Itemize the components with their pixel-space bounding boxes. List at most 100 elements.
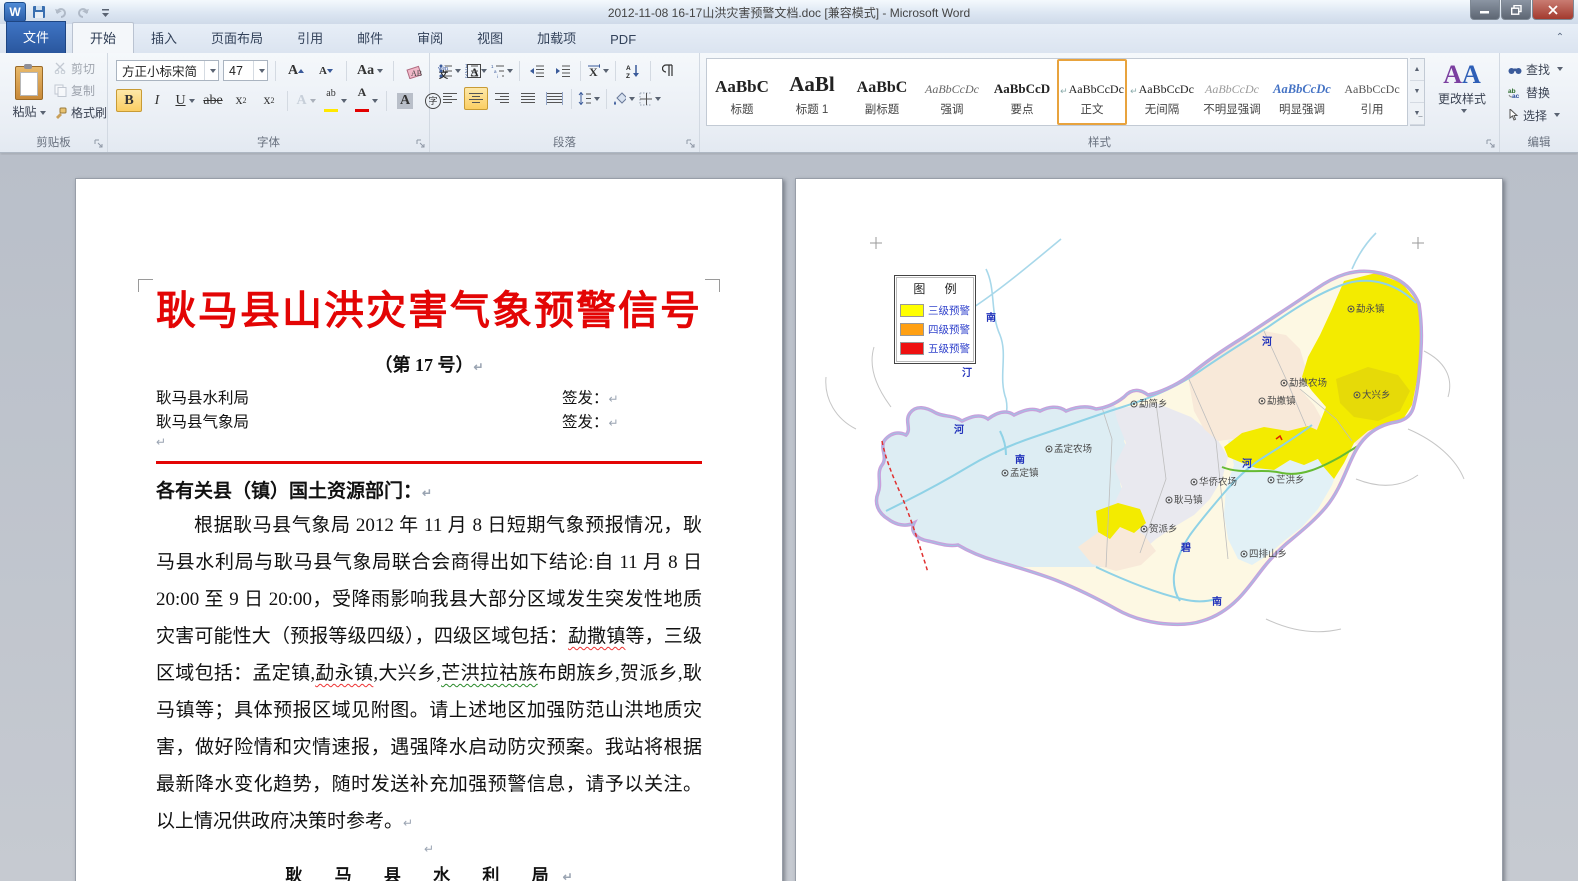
ribbon-tab-插入[interactable]: 插入: [134, 23, 194, 53]
style-scroll-down-icon[interactable]: ▼: [1410, 81, 1424, 103]
subscript-button[interactable]: x2: [228, 89, 254, 112]
copy-button[interactable]: 复制: [54, 81, 107, 99]
document-area[interactable]: 耿马县山洪灾害气象预警信号 （第 17 号）↵ 耿马县水利局签发：↵ 耿马县气象…: [0, 155, 1578, 881]
scissors-icon: [54, 62, 67, 74]
shading-button[interactable]: [612, 87, 636, 110]
minimize-button[interactable]: [1470, 0, 1500, 20]
asian-layout-button[interactable]: X: [586, 59, 610, 82]
line-spacing-button[interactable]: [577, 87, 601, 110]
multilevel-list-button[interactable]: 1ai: [490, 59, 514, 82]
ribbon-tab-PDF[interactable]: PDF: [593, 27, 653, 53]
format-painter-button[interactable]: 格式刷: [54, 103, 107, 121]
character-shading-button[interactable]: A: [392, 89, 418, 112]
copy-icon: [54, 84, 67, 97]
increase-indent-button[interactable]: [551, 59, 575, 82]
style-item-明显强调[interactable]: AaBbCcDc明显强调: [1267, 59, 1337, 125]
body-text: ,大兴乡,: [373, 663, 441, 684]
styles-dialog-launcher-icon[interactable]: [1486, 139, 1497, 150]
style-item-引用[interactable]: AaBbCcDc引用: [1337, 59, 1407, 125]
justify-button[interactable]: [516, 87, 540, 110]
phonetic-guide-button[interactable]: AB: [401, 59, 427, 82]
style-gallery-expand-icon[interactable]: ▼̲: [1410, 103, 1424, 125]
styles-group: AaBbC标题AaBl标题 1AaBbC副标题AaBbCcDc强调AaBbCcD…: [700, 53, 1500, 152]
bold-button[interactable]: B: [116, 89, 142, 112]
show-paragraph-marks-button[interactable]: [656, 59, 680, 82]
find-button[interactable]: 查找: [1508, 60, 1563, 78]
grow-font-button[interactable]: A: [283, 59, 309, 82]
font-name-combobox[interactable]: 方正小标宋简: [116, 60, 219, 81]
paragraph-dialog-launcher-icon[interactable]: [686, 139, 697, 150]
ribbon-tab-审阅[interactable]: 审阅: [400, 23, 460, 53]
legend-swatch: [900, 304, 924, 317]
align-left-button[interactable]: [438, 87, 462, 110]
ribbon-tab-页面布局[interactable]: 页面布局: [194, 23, 280, 53]
town-label-芒洪乡: 芒洪乡: [1276, 474, 1305, 486]
style-item-强调[interactable]: AaBbCcDc强调: [917, 59, 987, 125]
document-page-1[interactable]: 耿马县山洪灾害气象预警信号 （第 17 号）↵ 耿马县水利局签发：↵ 耿马县气象…: [75, 178, 783, 881]
style-item-标题[interactable]: AaBbC标题: [707, 59, 777, 125]
binoculars-icon: [1508, 64, 1522, 75]
clipboard-dialog-launcher-icon[interactable]: [94, 139, 105, 150]
ribbon-tab-视图[interactable]: 视图: [460, 23, 520, 53]
paste-button[interactable]: 粘贴: [6, 58, 52, 126]
town-label-耿马镇: 耿马镇: [1174, 494, 1203, 506]
shrink-font-button[interactable]: A: [313, 59, 339, 82]
sort-button[interactable]: AZ: [621, 59, 645, 82]
river-outside-north: [1352, 233, 1376, 269]
signature-1: 耿 马 县 水 利 局: [285, 866, 562, 881]
text-effects-button[interactable]: A: [293, 89, 319, 112]
restore-button[interactable]: [1501, 0, 1531, 20]
style-item-副标题[interactable]: AaBbC副标题: [847, 59, 917, 125]
borders-button[interactable]: [638, 87, 662, 110]
close-button[interactable]: [1532, 0, 1574, 20]
strikethrough-button[interactable]: abe: [200, 89, 226, 112]
shading-bucket-icon: [613, 92, 626, 106]
document-page-2[interactable]: 勐永镇勐撒农场勐撒镇大兴乡勐简乡孟定农场孟定镇华侨农场耿马镇芒洪乡贺派乡四排山乡…: [795, 178, 1503, 881]
replace-button[interactable]: abac 替换: [1508, 83, 1563, 101]
style-gallery-scroll: ▲ ▼ ▼̲: [1410, 58, 1425, 126]
replace-icon: abac: [1508, 87, 1522, 98]
svg-text:i: i: [497, 74, 498, 78]
highlight-color-button[interactable]: ab: [321, 89, 350, 112]
font-group-label: 字体: [108, 134, 429, 150]
issuer-2: 耿马县气象局: [156, 411, 249, 435]
map-legend: 图 例 三级预警四级预警五级预警: [894, 275, 976, 364]
cut-button[interactable]: 剪切: [54, 59, 107, 77]
style-item-无间隔[interactable]: ↵AaBbCcDc无间隔: [1127, 59, 1197, 125]
underline-button[interactable]: U: [172, 89, 198, 112]
ribbon-tab-邮件[interactable]: 邮件: [340, 23, 400, 53]
issue-number: （第 17 号）↵: [156, 351, 702, 377]
style-item-要点[interactable]: AaBbCcD要点: [987, 59, 1057, 125]
svg-text:Z: Z: [626, 73, 630, 78]
bullets-button[interactable]: [438, 59, 462, 82]
style-item-正文[interactable]: ↵AaBbCcDc正文: [1057, 59, 1127, 125]
window-title: 2012-11-08 16-17山洪灾害预警文档.doc [兼容模式] - Mi…: [0, 4, 1578, 21]
collapse-ribbon-icon[interactable]: ⌃: [1552, 31, 1568, 45]
superscript-button[interactable]: x2: [256, 89, 282, 112]
change-case-button[interactable]: Aa: [354, 59, 386, 82]
align-center-button[interactable]: [464, 87, 488, 110]
salutation: 各有关县（镇）国土资源部门：↵: [156, 476, 702, 503]
distribute-button[interactable]: [542, 87, 566, 110]
ribbon-tab-加载项[interactable]: 加载项: [520, 23, 593, 53]
ribbon-tab-文件[interactable]: 文件: [6, 21, 66, 53]
change-styles-button[interactable]: AA 更改样式: [1430, 59, 1494, 114]
style-item-不明显强调[interactable]: AaBbCcDc不明显强调: [1197, 59, 1267, 125]
font-size-combobox[interactable]: 47: [223, 60, 268, 81]
font-color-button[interactable]: A: [352, 89, 381, 112]
ribbon-tab-开始[interactable]: 开始: [72, 22, 134, 54]
spellcheck-flagged-text: 勐永镇: [315, 663, 373, 684]
style-scroll-up-icon[interactable]: ▲: [1410, 59, 1424, 81]
numbering-button[interactable]: 123: [464, 59, 488, 82]
align-right-button[interactable]: [490, 87, 514, 110]
town-label-贺派乡: 贺派乡: [1149, 523, 1178, 535]
red-divider-line: [156, 461, 702, 464]
decrease-indent-button[interactable]: [525, 59, 549, 82]
style-item-标题 1[interactable]: AaBl标题 1: [777, 59, 847, 125]
svg-text:ac: ac: [1512, 93, 1520, 98]
asian-layout-icon: X: [587, 64, 600, 78]
select-button[interactable]: 选择: [1508, 106, 1563, 124]
font-dialog-launcher-icon[interactable]: [416, 139, 427, 150]
italic-button[interactable]: I: [144, 89, 170, 112]
ribbon-tab-引用[interactable]: 引用: [280, 23, 340, 53]
